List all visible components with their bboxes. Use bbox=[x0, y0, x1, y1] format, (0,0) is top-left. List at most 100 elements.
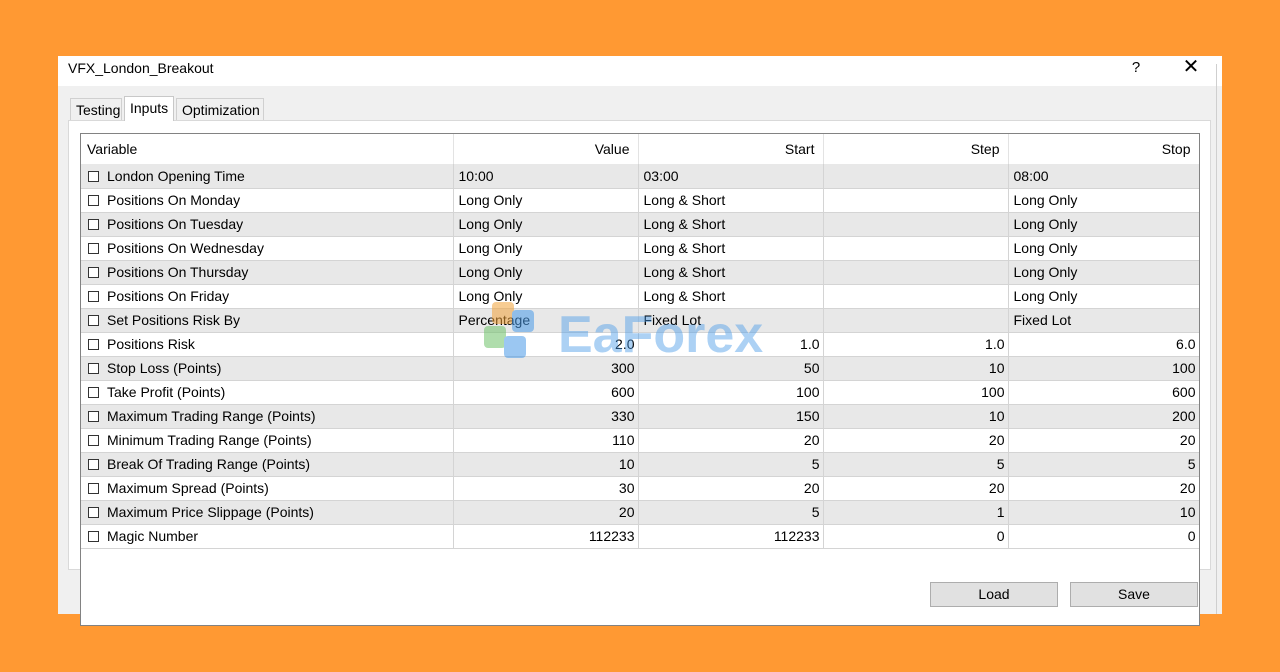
value-cell[interactable]: 20 bbox=[453, 500, 639, 525]
table-row[interactable]: Positions On Monday Long Only Long & Short… bbox=[81, 188, 1199, 213]
start-cell[interactable]: Long & Short bbox=[638, 212, 824, 237]
start-cell[interactable]: Long & Short bbox=[638, 260, 824, 285]
value-cell[interactable]: Long Only bbox=[453, 260, 639, 285]
step-cell[interactable]: 20 bbox=[823, 476, 1009, 501]
step-cell[interactable]: 100 bbox=[823, 380, 1009, 405]
value-cell[interactable]: Long Only bbox=[453, 284, 639, 309]
start-cell[interactable]: 1.0 bbox=[638, 332, 824, 357]
table-row[interactable]: Maximum Trading Range (Points) 330 150 10 20… bbox=[81, 404, 1199, 429]
start-cell[interactable]: Long & Short bbox=[638, 236, 824, 261]
optimize-checkbox[interactable] bbox=[88, 195, 99, 206]
tab-inputs[interactable]: Inputs bbox=[124, 96, 174, 121]
optimize-checkbox[interactable] bbox=[88, 411, 99, 422]
optimize-checkbox[interactable] bbox=[88, 459, 99, 470]
step-cell[interactable]: 10 bbox=[823, 356, 1009, 381]
table-row[interactable]: Break Of Trading Range (Points) 10 5 5 5 bbox=[81, 452, 1199, 477]
table-row[interactable]: Take Profit (Points) 600 100 100 600 bbox=[81, 380, 1199, 405]
step-cell[interactable] bbox=[823, 164, 1009, 189]
step-cell[interactable]: 20 bbox=[823, 428, 1009, 453]
table-row[interactable]: Magic Number 112233 112233 0 0 bbox=[81, 524, 1199, 549]
step-cell[interactable]: 5 bbox=[823, 452, 1009, 477]
stop-cell[interactable]: 10 bbox=[1008, 500, 1199, 525]
optimize-checkbox[interactable] bbox=[88, 267, 99, 278]
start-cell[interactable]: 100 bbox=[638, 380, 824, 405]
table-row[interactable]: Positions On Wednesday Long Only Long & Sh… bbox=[81, 236, 1199, 261]
stop-cell[interactable]: Long Only bbox=[1008, 212, 1199, 237]
table-row[interactable]: Minimum Trading Range (Points) 110 20 20 20 bbox=[81, 428, 1199, 453]
stop-cell[interactable]: 100 bbox=[1008, 356, 1199, 381]
stop-cell[interactable]: Fixed Lot bbox=[1008, 308, 1199, 333]
table-row[interactable]: Maximum Price Slippage (Points) 20 5 1 10 bbox=[81, 500, 1199, 525]
start-cell[interactable]: 03:00 bbox=[638, 164, 824, 189]
optimize-checkbox[interactable] bbox=[88, 435, 99, 446]
stop-cell[interactable]: Long Only bbox=[1008, 236, 1199, 261]
step-cell[interactable] bbox=[823, 212, 1009, 237]
step-cell[interactable] bbox=[823, 260, 1009, 285]
value-cell[interactable]: Long Only bbox=[453, 236, 639, 261]
table-row[interactable]: Stop Loss (Points) 300 50 10 100 bbox=[81, 356, 1199, 381]
step-cell[interactable]: 1 bbox=[823, 500, 1009, 525]
header-variable[interactable]: Variable bbox=[81, 134, 454, 164]
optimize-checkbox[interactable] bbox=[88, 531, 99, 542]
value-cell[interactable]: 110 bbox=[453, 428, 639, 453]
stop-cell[interactable]: Long Only bbox=[1008, 260, 1199, 285]
start-cell[interactable]: 5 bbox=[638, 500, 824, 525]
start-cell[interactable]: Long & Short bbox=[638, 188, 824, 213]
start-cell[interactable]: 20 bbox=[638, 476, 824, 501]
table-row[interactable]: Maximum Spread (Points) 30 20 20 20 bbox=[81, 476, 1199, 501]
start-cell[interactable]: 50 bbox=[638, 356, 824, 381]
start-cell[interactable]: Fixed Lot bbox=[638, 308, 824, 333]
optimize-checkbox[interactable] bbox=[88, 315, 99, 326]
load-button[interactable]: Load bbox=[930, 582, 1058, 607]
help-button[interactable]: ? bbox=[1128, 58, 1144, 78]
stop-cell[interactable]: 600 bbox=[1008, 380, 1199, 405]
optimize-checkbox[interactable] bbox=[88, 507, 99, 518]
value-cell[interactable]: 30 bbox=[453, 476, 639, 501]
table-row[interactable]: Set Positions Risk By Percentage Fixed Lot… bbox=[81, 308, 1199, 333]
step-cell[interactable]: 10 bbox=[823, 404, 1009, 429]
value-cell[interactable]: Long Only bbox=[453, 188, 639, 213]
value-cell[interactable]: 300 bbox=[453, 356, 639, 381]
optimize-checkbox[interactable] bbox=[88, 243, 99, 254]
step-cell[interactable]: 0 bbox=[823, 524, 1009, 549]
header-value[interactable]: Value bbox=[453, 134, 639, 164]
stop-cell[interactable]: Long Only bbox=[1008, 284, 1199, 309]
close-button[interactable]: ✕ bbox=[1178, 56, 1204, 78]
stop-cell[interactable]: 20 bbox=[1008, 476, 1199, 501]
value-cell[interactable]: 112233 bbox=[453, 524, 639, 549]
stop-cell[interactable]: 20 bbox=[1008, 428, 1199, 453]
start-cell[interactable]: 20 bbox=[638, 428, 824, 453]
optimize-checkbox[interactable] bbox=[88, 219, 99, 230]
value-cell[interactable]: Long Only bbox=[453, 212, 639, 237]
stop-cell[interactable]: 6.0 bbox=[1008, 332, 1199, 357]
value-cell[interactable]: Percentage bbox=[453, 308, 639, 333]
value-cell[interactable]: 330 bbox=[453, 404, 639, 429]
table-row[interactable]: Positions On Tuesday Long Only Long & Shor… bbox=[81, 212, 1199, 237]
stop-cell[interactable]: 08:00 bbox=[1008, 164, 1199, 189]
stop-cell[interactable]: 5 bbox=[1008, 452, 1199, 477]
start-cell[interactable]: 5 bbox=[638, 452, 824, 477]
value-cell[interactable]: 2.0 bbox=[453, 332, 639, 357]
step-cell[interactable] bbox=[823, 188, 1009, 213]
header-stop[interactable]: Stop bbox=[1008, 134, 1199, 164]
optimize-checkbox[interactable] bbox=[88, 483, 99, 494]
optimize-checkbox[interactable] bbox=[88, 363, 99, 374]
table-row[interactable]: London Opening Time 10:00 03:00 08:00 bbox=[81, 164, 1199, 189]
step-cell[interactable] bbox=[823, 284, 1009, 309]
tab-testing[interactable]: Testing bbox=[70, 98, 122, 120]
step-cell[interactable] bbox=[823, 236, 1009, 261]
optimize-checkbox[interactable] bbox=[88, 387, 99, 398]
optimize-checkbox[interactable] bbox=[88, 170, 99, 182]
optimize-checkbox[interactable] bbox=[88, 339, 99, 350]
header-start[interactable]: Start bbox=[638, 134, 824, 164]
value-cell[interactable]: 600 bbox=[453, 380, 639, 405]
optimize-checkbox[interactable] bbox=[88, 291, 99, 302]
start-cell[interactable]: Long & Short bbox=[638, 284, 824, 309]
start-cell[interactable]: 150 bbox=[638, 404, 824, 429]
value-cell[interactable]: 10 bbox=[453, 452, 639, 477]
table-row[interactable]: Positions On Thursday Long Only Long & Sho… bbox=[81, 260, 1199, 285]
header-step[interactable]: Step bbox=[823, 134, 1009, 164]
stop-cell[interactable]: Long Only bbox=[1008, 188, 1199, 213]
save-button[interactable]: Save bbox=[1070, 582, 1198, 607]
stop-cell[interactable]: 0 bbox=[1008, 524, 1199, 549]
